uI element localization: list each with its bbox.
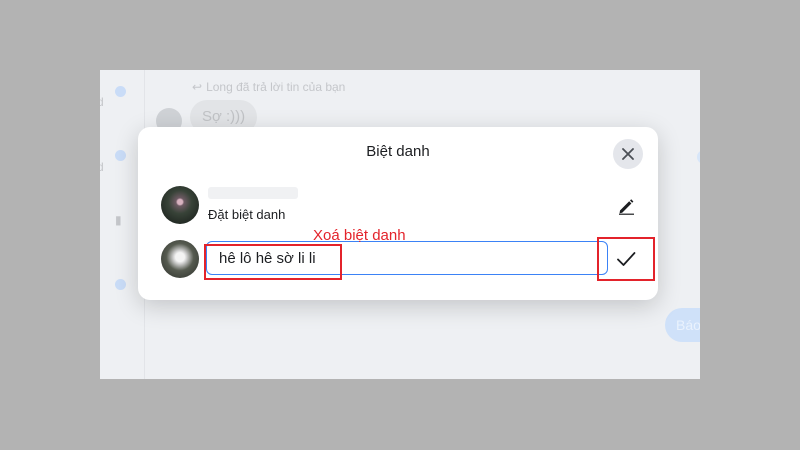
reply-note-text: Long đã trả lời tin của bạn xyxy=(206,80,346,94)
truncated-list-mark: d xyxy=(100,95,104,109)
attachment-icon: ▮ xyxy=(115,213,122,227)
participant-2-avatar xyxy=(161,240,199,278)
participant-1-name-redacted xyxy=(208,187,298,199)
annotation-label: Xoá biệt danh xyxy=(313,227,406,244)
participant-1-avatar xyxy=(161,186,199,224)
annotation-box-nickname xyxy=(204,244,342,280)
dialog-title: Biệt danh xyxy=(366,143,430,160)
close-button[interactable] xyxy=(613,139,643,169)
edit-nickname-button[interactable] xyxy=(614,194,638,218)
reply-arrow-icon: ↩ xyxy=(192,80,203,94)
pencil-icon xyxy=(619,199,634,215)
outgoing-message-bubble: Báo xyxy=(665,308,700,342)
unread-dot xyxy=(115,86,126,97)
close-icon xyxy=(622,148,634,160)
unread-dot xyxy=(115,279,126,290)
reply-indicator: ↩ Long đã trả lời tin của bạn xyxy=(192,80,345,94)
truncated-list-mark: d xyxy=(100,160,104,174)
seen-indicator xyxy=(697,150,700,164)
unread-dot xyxy=(115,150,126,161)
set-nickname-label[interactable]: Đặt biệt danh xyxy=(208,207,285,222)
annotation-box-confirm xyxy=(597,237,655,281)
